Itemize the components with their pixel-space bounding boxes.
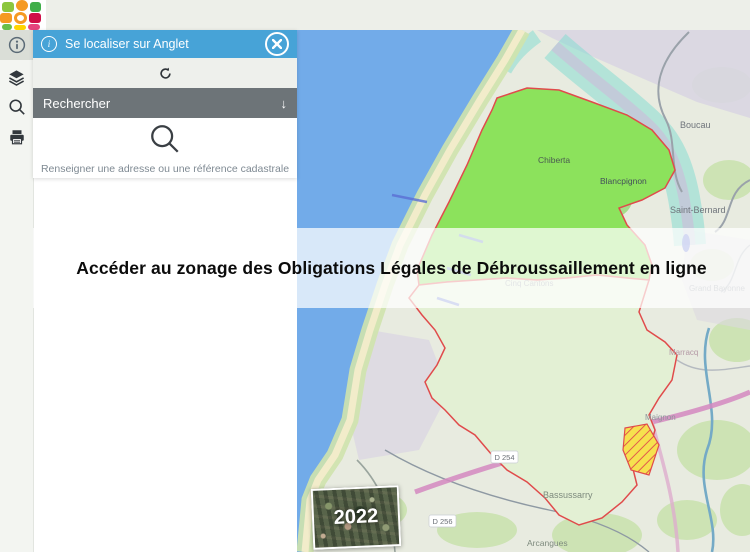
info-icon [8,36,26,54]
sidebar-info-button[interactable] [0,30,33,60]
anglet-logo[interactable] [0,0,46,30]
locate-panel-header[interactable]: i Se localiser sur Anglet [33,30,297,58]
logo-cell [2,2,14,12]
logo-cell [0,13,12,23]
map-label: Saint-Bernard [670,205,726,215]
logo-cell [14,12,27,24]
sidebar-print-button[interactable] [0,122,33,152]
sidebar-search-button[interactable] [0,92,33,122]
search-icon [8,98,26,116]
close-button[interactable] [265,32,289,56]
title-banner: Accéder au zonage des Obligations Légale… [33,228,750,308]
info-circle-icon: i [41,36,57,52]
locate-panel-title: Se localiser sur Anglet [65,37,265,51]
search-accordion-label: Rechercher [43,96,281,111]
search-prompt-text: Renseigner une adresse ou une référence … [33,163,297,175]
road-badge: D 254 [494,453,514,462]
basemap-year-thumbnail[interactable]: 2022 [311,485,402,550]
map-label: Maignon [645,413,676,422]
search-magnifier-icon [148,122,182,156]
banner-text: Accéder au zonage des Obligations Légale… [76,258,706,279]
search-accordion-header[interactable]: Rechercher ↓ [33,88,297,118]
road-badge: D 256 [432,517,452,526]
layers-icon [7,68,26,87]
map-label: Blancpignon [600,176,647,186]
sidebar-layers-button[interactable] [0,62,33,92]
search-body: Renseigner une adresse ou une référence … [33,118,297,178]
map-label: Boucau [680,120,711,130]
map-label: Chiberta [538,155,570,165]
map-label: Bassussarry [543,490,593,500]
refresh-row [33,58,297,88]
basemap-year-label: 2022 [333,505,378,530]
map-label: Arcangues [527,538,568,548]
close-icon [272,39,282,49]
logo-cell [29,13,41,23]
chevron-down-icon: ↓ [281,96,288,111]
logo-cell [16,0,28,11]
top-bar [0,0,750,30]
map-label: Marracq [669,348,698,357]
locate-panel: i Se localiser sur Anglet Rechercher ↓ R… [33,30,297,178]
refresh-icon[interactable] [158,66,173,81]
print-icon [8,128,26,146]
logo-cell [30,2,41,12]
toolbar-sidebar [0,30,34,552]
